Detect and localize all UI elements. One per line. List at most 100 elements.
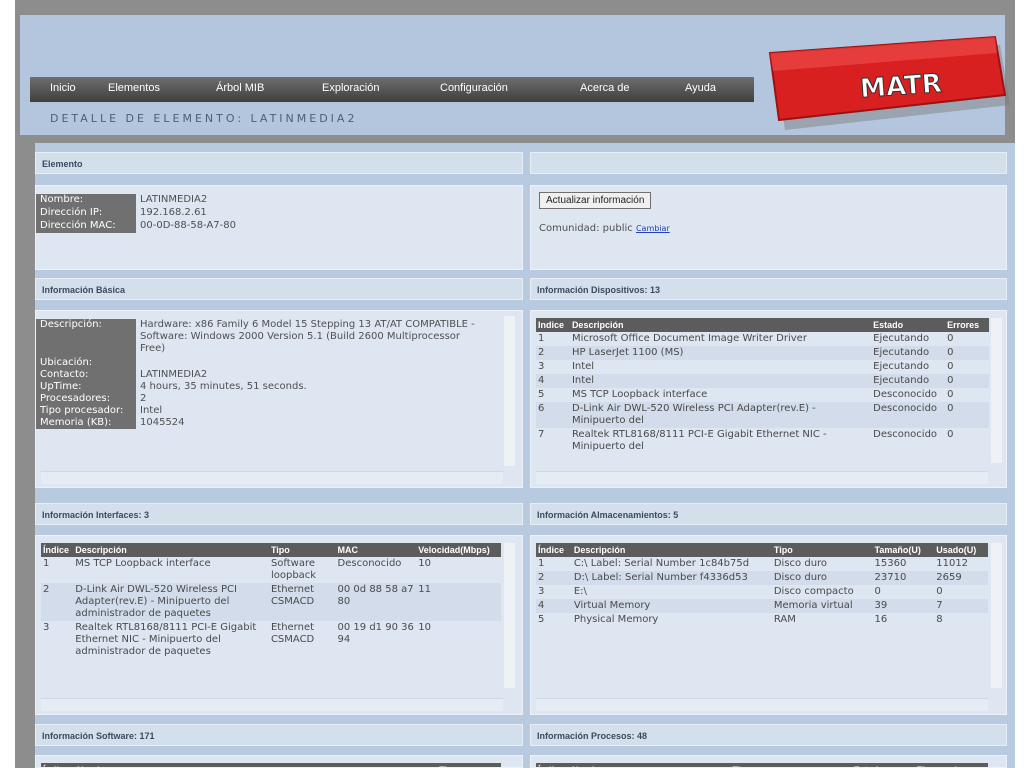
column-header-indice[interactable]: Índice — [41, 763, 75, 767]
interfaces-vscroll[interactable] — [504, 543, 515, 688]
almacenamientos-hscroll[interactable] — [536, 698, 988, 711]
page-frame: MATR Inicio Elementos Árbol MIB Exploración… — [15, 0, 1015, 768]
nav-item-inicio[interactable]: Inicio — [50, 82, 76, 94]
table-cell: E:\ — [573, 586, 587, 597]
basica-vscroll[interactable] — [504, 316, 515, 466]
table-row[interactable]: 5 MS TCP Loopback interface Desconocido 0 — [536, 388, 989, 402]
refresh-info-button[interactable]: Actualizar información — [539, 192, 652, 209]
column-header-tipo[interactable]: Tipo — [437, 763, 501, 767]
panel-header-basica: Información Básica — [35, 278, 523, 300]
column-header-descripcion[interactable]: Descripción — [571, 543, 772, 557]
table-row[interactable]: 6 D-Link Air DWL-520 Wireless PCI Adapter… — [536, 402, 989, 428]
column-header-tipo[interactable]: Tipo — [771, 543, 873, 557]
column-header-tamano-u[interactable]: Tamaño(U) — [872, 543, 935, 557]
column-header-tipo[interactable]: Tipo — [268, 543, 336, 557]
table-row[interactable]: 3 Realtek RTL8168/8111 PCI-E Gigabit Ethe… — [41, 621, 501, 659]
table-cell: Intel — [571, 361, 595, 372]
table-cell: Desconocido — [871, 402, 946, 428]
table-row[interactable]: 2 HP LaserJet 1100 (MS) Ejecutando 0 — [536, 346, 989, 360]
table-cell: Ejecutando — [873, 361, 930, 372]
table-cell: D:\ Label: Serial Number f4336d53 — [571, 571, 772, 585]
interfaces-hscroll[interactable] — [41, 698, 503, 711]
dispositivos-vscroll[interactable] — [991, 318, 1002, 463]
software-table: ÍndiceNombreTipo — [41, 763, 501, 767]
table-cell: 3 — [43, 622, 50, 633]
field-value: 4 hours, 35 minutes, 51 seconds. — [140, 381, 307, 392]
field-label: Memoria (KB): — [36, 417, 136, 429]
column-header-nombre[interactable]: Nombre — [74, 763, 438, 767]
field-label: Dirección IP: — [36, 207, 136, 220]
column-header-errores[interactable]: Errores — [945, 318, 989, 332]
table-cell: 6 — [536, 402, 570, 428]
field-row: Nombre: LATINMEDIA2 — [36, 194, 522, 207]
main-content: Elemento Nombre: LATINMEDIA2 Dirección IP:… — [35, 143, 1015, 768]
table-cell: Software loopback — [270, 558, 317, 581]
table-cell: 39 — [872, 599, 935, 613]
table-cell: 4 — [536, 599, 572, 613]
column-header-usado-u[interactable]: Usado(U) — [934, 543, 988, 557]
column-header-estado[interactable]: Estado — [871, 318, 946, 332]
table-row[interactable]: 1 C:\ Label: Serial Number 1c84b75d Disco … — [536, 557, 988, 571]
table-cell: 2659 — [934, 571, 988, 585]
field-value: LATINMEDIA2 — [140, 369, 208, 380]
nav-item-arbol-mib[interactable]: Árbol MIB — [216, 82, 264, 94]
column-header-tiempo-de-uso[interactable]: Tiempo de uso — [914, 763, 988, 767]
column-header-indice[interactable]: Índice — [536, 763, 570, 767]
column-header-velocidad-mbps[interactable]: Velocidad(Mbps) — [416, 543, 501, 557]
panel-header-software: Información Software: 171 — [35, 724, 523, 746]
column-header-nombre[interactable]: Nombre — [569, 763, 731, 767]
table-cell: 2 — [536, 571, 572, 585]
table-cell: 0 — [945, 346, 989, 360]
basica-hscroll[interactable] — [41, 471, 503, 484]
table-cell: 8 — [936, 614, 943, 625]
field-value: Hardware: x86 Family 6 Model 15 Stepping… — [140, 319, 475, 354]
table-cell: Virtual Memory — [571, 599, 772, 613]
field-row: Memoria (KB): 1045524 — [36, 417, 522, 429]
table-row[interactable]: 3 E:\ Disco compacto 0 0 — [536, 585, 988, 599]
field-label: UpTime: — [36, 381, 136, 393]
table-cell: 1 — [43, 558, 50, 569]
column-header-indice[interactable]: Indice — [536, 318, 570, 332]
panel-header-procesos: Información Procesos: 48 — [530, 724, 1007, 746]
column-header-descripcion[interactable]: Descripción — [73, 543, 269, 557]
table-cell: HP LaserJet 1100 (MS) — [569, 346, 872, 360]
nav-item-elementos[interactable]: Elementos — [108, 82, 160, 94]
table-cell: Ejecutando — [871, 346, 946, 360]
table-row[interactable]: 7 Realtek RTL8168/8111 PCI-E Gigabit Ethe… — [536, 428, 989, 454]
table-cell: 11 — [416, 583, 501, 621]
nav-item-ayuda[interactable]: Ayuda — [685, 82, 716, 94]
table-cell: Ethernet CSMACD — [270, 622, 315, 645]
dispositivos-hscroll[interactable] — [536, 471, 988, 484]
table-cell: 00 19 d1 90 36 94 — [337, 622, 414, 645]
table-row[interactable]: 2 D-Link Air DWL-520 Wireless PCI Adapter… — [41, 583, 501, 621]
nav-item-configuracion[interactable]: Configuración — [440, 82, 508, 94]
table-row[interactable]: 4 Virtual Memory Memoria virtual 39 7 — [536, 599, 988, 613]
nav-item-acerca-de[interactable]: Acerca de — [580, 82, 630, 94]
main-nav: Inicio Elementos Árbol MIB Exploración Confi… — [30, 77, 754, 102]
table-row[interactable]: 4 Intel Ejecutando 0 — [536, 374, 989, 388]
procesos-table: ÍndiceNombreTipoEstadoTiempo de uso — [536, 763, 988, 767]
column-header-mac[interactable]: MAC — [335, 543, 417, 557]
almacenamientos-vscroll[interactable] — [991, 543, 1002, 688]
matr-logo[interactable]: MATR — [765, 35, 1020, 150]
table-row[interactable]: 1 MS TCP Loopback interface Software loopb… — [41, 557, 501, 583]
table-cell: 15360 — [874, 558, 907, 569]
table-row[interactable]: 5 Physical Memory RAM 16 8 — [536, 613, 988, 627]
community-row: Comunidad: public Cambiar — [539, 223, 670, 234]
field-row: Ubicación: — [36, 357, 522, 369]
table-row[interactable]: 2 D:\ Label: Serial Number f4336d53 Disco … — [536, 571, 988, 585]
column-header-indice[interactable]: Índice — [536, 543, 572, 557]
panel-header-blank — [530, 152, 1007, 174]
table-row[interactable]: 3 Intel Ejecutando 0 — [536, 360, 989, 374]
community-label: Comunidad: public — [539, 223, 633, 234]
nav-item-exploracion[interactable]: Exploración — [322, 82, 379, 94]
field-row: Procesadores: 2 — [36, 393, 522, 405]
column-header-tipo[interactable]: Tipo — [730, 763, 852, 767]
interfaces-panel: Índice Descripción Tipo MAC Velocidad(Mbps) 1… — [35, 535, 523, 715]
column-header-indice[interactable]: Índice — [41, 543, 74, 557]
table-cell: 5 — [538, 389, 545, 400]
column-header-descripcion[interactable]: Descripción — [569, 318, 872, 332]
column-header-estado[interactable]: Estado — [851, 763, 915, 767]
table-row[interactable]: 1 Microsoft Office Document Image Writer … — [536, 332, 989, 346]
change-community-link[interactable]: Cambiar — [636, 224, 670, 233]
